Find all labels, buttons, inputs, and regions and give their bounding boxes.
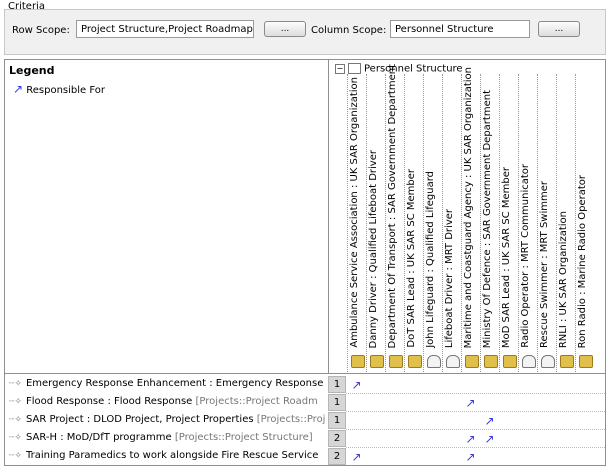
role-icon: [446, 355, 460, 368]
project-icon: ┈✧: [9, 433, 22, 443]
column-label: Ministry Of Defence : SAR Government Dep…: [482, 89, 493, 348]
column-label: Danny Driver : Qualified Lifeboat Driver: [368, 149, 379, 348]
row-name: SAR Project : DLOD Project, Project Prop…: [25, 414, 254, 425]
organization-icon: [484, 355, 498, 368]
column-label: Maritime and Coastguard Agency : UK SAR …: [463, 66, 474, 348]
legend-item-responsible-for: ↗ Responsible For: [13, 82, 105, 96]
role-icon: [541, 355, 555, 368]
organization-icon: [351, 355, 365, 368]
row-count-badge: 2: [328, 430, 346, 447]
column-root-label: Personnel Structure: [364, 63, 463, 75]
column-label: Department Of Transport : SAR Government…: [387, 63, 398, 348]
column-label: RNLI : UK SAR Organization: [558, 210, 569, 348]
role-icon: [522, 355, 536, 368]
responsible-for-cell[interactable]: ↗: [480, 412, 499, 430]
row-scope-label: Row Scope:: [12, 25, 70, 36]
column-header[interactable]: Lifeboat Driver : MRT Driver: [442, 74, 462, 372]
legend-item-label: Responsible For: [26, 85, 105, 96]
row-count-badge: 1: [328, 394, 346, 411]
column-label: MoD SAR Lead : UK SAR SC Member: [501, 166, 512, 348]
column-label: Lifeboat Driver : MRT Driver: [444, 208, 455, 348]
column-scope-field[interactable]: Personnel Structure: [390, 20, 530, 38]
responsible-for-cell[interactable]: ↗: [461, 448, 480, 466]
organization-icon: [503, 355, 517, 368]
row-name: SAR-H : MoD/DfT programme: [25, 432, 172, 443]
row-label: ┈✧ Training Paramedics to work alongside …: [9, 450, 325, 461]
organization-icon: [579, 355, 593, 368]
column-label: Rescue Swimmer : MRT Swimmer: [539, 181, 550, 348]
row-label: ┈✧ Flood Response : Flood Response [Proje…: [9, 396, 325, 407]
column-label: Ambulance Service Association : UK SAR O…: [349, 77, 360, 348]
responsible-for-cell[interactable]: ↗: [461, 394, 480, 412]
project-icon: ┈✧: [9, 451, 22, 461]
row-path: [Projects::Project Roadm: [192, 396, 318, 407]
row-label: ┈✧ Emergency Response Enhancement : Emerg…: [9, 378, 325, 389]
matrix-row[interactable]: ┈✧ SAR-H : MoD/DfT programme [Projects::P…: [5, 430, 605, 448]
legend-panel: Legend ↗ Responsible For: [5, 60, 329, 374]
column-header[interactable]: John Lifeguard : Qualified Lifeguard: [423, 74, 443, 372]
row-divider: [346, 393, 605, 394]
column-header[interactable]: Ron Radio : Marine Radio Operator: [575, 74, 595, 372]
matrix-row[interactable]: ┈✧ Flood Response : Flood Response [Proje…: [5, 394, 605, 412]
row-count-badge: 2: [328, 448, 346, 465]
row-divider: [346, 411, 605, 412]
organization-icon: [389, 355, 403, 368]
responsible-for-cell[interactable]: ↗: [461, 430, 480, 448]
row-count-badge: 1: [328, 412, 346, 429]
column-header[interactable]: Rescue Swimmer : MRT Swimmer: [537, 74, 557, 372]
criteria-panel: Row Scope: Project Structure,Project Roa…: [4, 9, 606, 55]
legend-title: Legend: [9, 64, 55, 77]
project-icon: ┈✧: [9, 379, 22, 389]
row-scope-field[interactable]: Project Structure,Project Roadmap: [76, 20, 254, 38]
project-icon: ┈✧: [9, 397, 22, 407]
collapse-icon[interactable]: −: [335, 63, 345, 74]
row-path: [Projects::Project Structure]: [171, 432, 313, 443]
column-scope-browse-button[interactable]: ...: [538, 21, 580, 37]
column-header[interactable]: MoD SAR Lead : UK SAR SC Member: [499, 74, 519, 372]
column-header[interactable]: Radio Operator : MRT Communicator: [518, 74, 538, 372]
column-header[interactable]: DoT SAR Lead : UK SAR SC Member: [404, 74, 424, 372]
row-name: Flood Response : Flood Response: [25, 396, 193, 407]
row-name: Emergency Response Enhancement : Emergen…: [25, 378, 324, 389]
responsible-for-cell[interactable]: ↗: [480, 430, 499, 448]
row-name: Training Paramedics to work alongside Fi…: [25, 450, 319, 461]
column-label: John Lifeguard : Qualified Lifeguard: [425, 171, 436, 348]
column-header[interactable]: Ministry Of Defence : SAR Government Dep…: [480, 74, 500, 372]
column-label: DoT SAR Lead : UK SAR SC Member: [406, 169, 417, 348]
row-label: ┈✧ SAR-H : MoD/DfT programme [Projects::P…: [9, 432, 325, 443]
organization-icon: [560, 355, 574, 368]
column-header[interactable]: Ambulance Service Association : UK SAR O…: [347, 74, 367, 372]
folder-icon: [348, 63, 361, 74]
matrix-rows: ┈✧ Emergency Response Enhancement : Emerg…: [5, 374, 605, 465]
organization-icon: [465, 355, 479, 368]
row-count-badge: 1: [328, 376, 346, 393]
column-header[interactable]: Danny Driver : Qualified Lifeboat Driver: [366, 74, 386, 372]
row-path: [Projects::Proj: [253, 414, 325, 425]
column-headers: − Personnel Structure Ambulance Service A…: [329, 60, 605, 374]
dependency-matrix: Legend ↗ Responsible For − Personnel Stru…: [4, 59, 606, 466]
matrix-row[interactable]: ┈✧ Emergency Response Enhancement : Emerg…: [5, 376, 605, 394]
matrix-row[interactable]: ┈✧ SAR Project : DLOD Project, Project Pr…: [5, 412, 605, 430]
organization-icon: [370, 355, 384, 368]
column-header[interactable]: Department Of Transport : SAR Government…: [385, 64, 405, 372]
project-icon: ┈✧: [9, 415, 22, 425]
row-divider: [346, 429, 605, 430]
responsible-for-cell[interactable]: ↗: [347, 376, 366, 394]
responsible-for-arrow-icon: ↗: [13, 82, 24, 96]
column-label: Radio Operator : MRT Communicator: [520, 164, 531, 348]
row-scope-browse-button[interactable]: ...: [264, 21, 306, 37]
column-header[interactable]: RNLI : UK SAR Organization: [556, 74, 576, 372]
column-tree-root[interactable]: − Personnel Structure: [335, 63, 463, 75]
organization-icon: [408, 355, 422, 368]
column-header[interactable]: Maritime and Coastguard Agency : UK SAR …: [461, 67, 481, 372]
row-label: ┈✧ SAR Project : DLOD Project, Project Pr…: [9, 414, 325, 425]
matrix-row[interactable]: ┈✧ Training Paramedics to work alongside …: [5, 448, 605, 466]
responsible-for-cell[interactable]: ↗: [347, 448, 366, 466]
role-icon: [427, 355, 441, 368]
column-scope-label: Column Scope:: [311, 25, 387, 36]
row-divider: [346, 447, 605, 448]
column-label: Ron Radio : Marine Radio Operator: [577, 174, 588, 348]
